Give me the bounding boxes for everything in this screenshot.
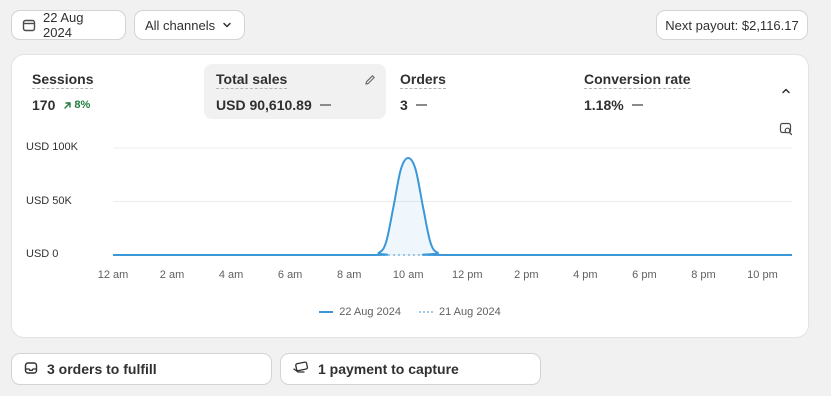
x-tick-label: 2 am [159, 269, 185, 281]
x-tick-label: 6 am [277, 269, 303, 281]
legend-item: 22 Aug 2024 [319, 306, 401, 318]
legend-label: 21 Aug 2024 [439, 306, 501, 318]
x-tick-label: 2 pm [514, 269, 539, 281]
x-tick-label: 4 am [218, 269, 244, 281]
x-tick-label: 4 pm [573, 269, 598, 281]
x-tick-label: 10 am [392, 269, 424, 281]
legend-label: 22 Aug 2024 [339, 306, 401, 318]
x-tick-label: 8 pm [691, 269, 716, 281]
task-label: 3 orders to fulfill [47, 361, 157, 377]
series-area-fill [113, 158, 792, 255]
payout-label: Next payout: $2,116.17 [665, 17, 799, 33]
x-tick-label: 10 pm [747, 269, 778, 281]
date-label: 22 Aug 2024 [43, 10, 84, 40]
payment-to-capture-button[interactable]: 1 payment to capture [281, 354, 540, 384]
date-picker-button[interactable]: 22 Aug 2024 [12, 10, 125, 40]
chevron-down-icon [222, 20, 232, 30]
channel-select-button[interactable]: All channels [135, 11, 244, 39]
next-payout-button[interactable]: Next payout: $2,116.17 [657, 11, 807, 39]
payment-icon [292, 360, 310, 379]
x-tick-label: 12 pm [451, 269, 483, 281]
x-tick-label: 8 am [336, 269, 362, 281]
orders-to-fulfill-button[interactable]: 3 orders to fulfill [12, 354, 271, 384]
analytics-card: Sessions 170 8% Total sales USD 90,610.8… [12, 55, 808, 337]
task-label: 1 payment to capture [318, 361, 459, 377]
x-tick-label: 12 am [97, 269, 129, 281]
chart-legend: 22 Aug 2024 21 Aug 2024 [12, 306, 808, 318]
calendar-icon [22, 18, 36, 32]
inbox-icon [23, 360, 39, 379]
x-tick-label: 6 pm [632, 269, 657, 281]
channel-label: All channels [145, 17, 216, 33]
sales-line-chart [113, 147, 792, 256]
series-line-current [113, 157, 792, 256]
legend-item: 21 Aug 2024 [419, 306, 501, 318]
